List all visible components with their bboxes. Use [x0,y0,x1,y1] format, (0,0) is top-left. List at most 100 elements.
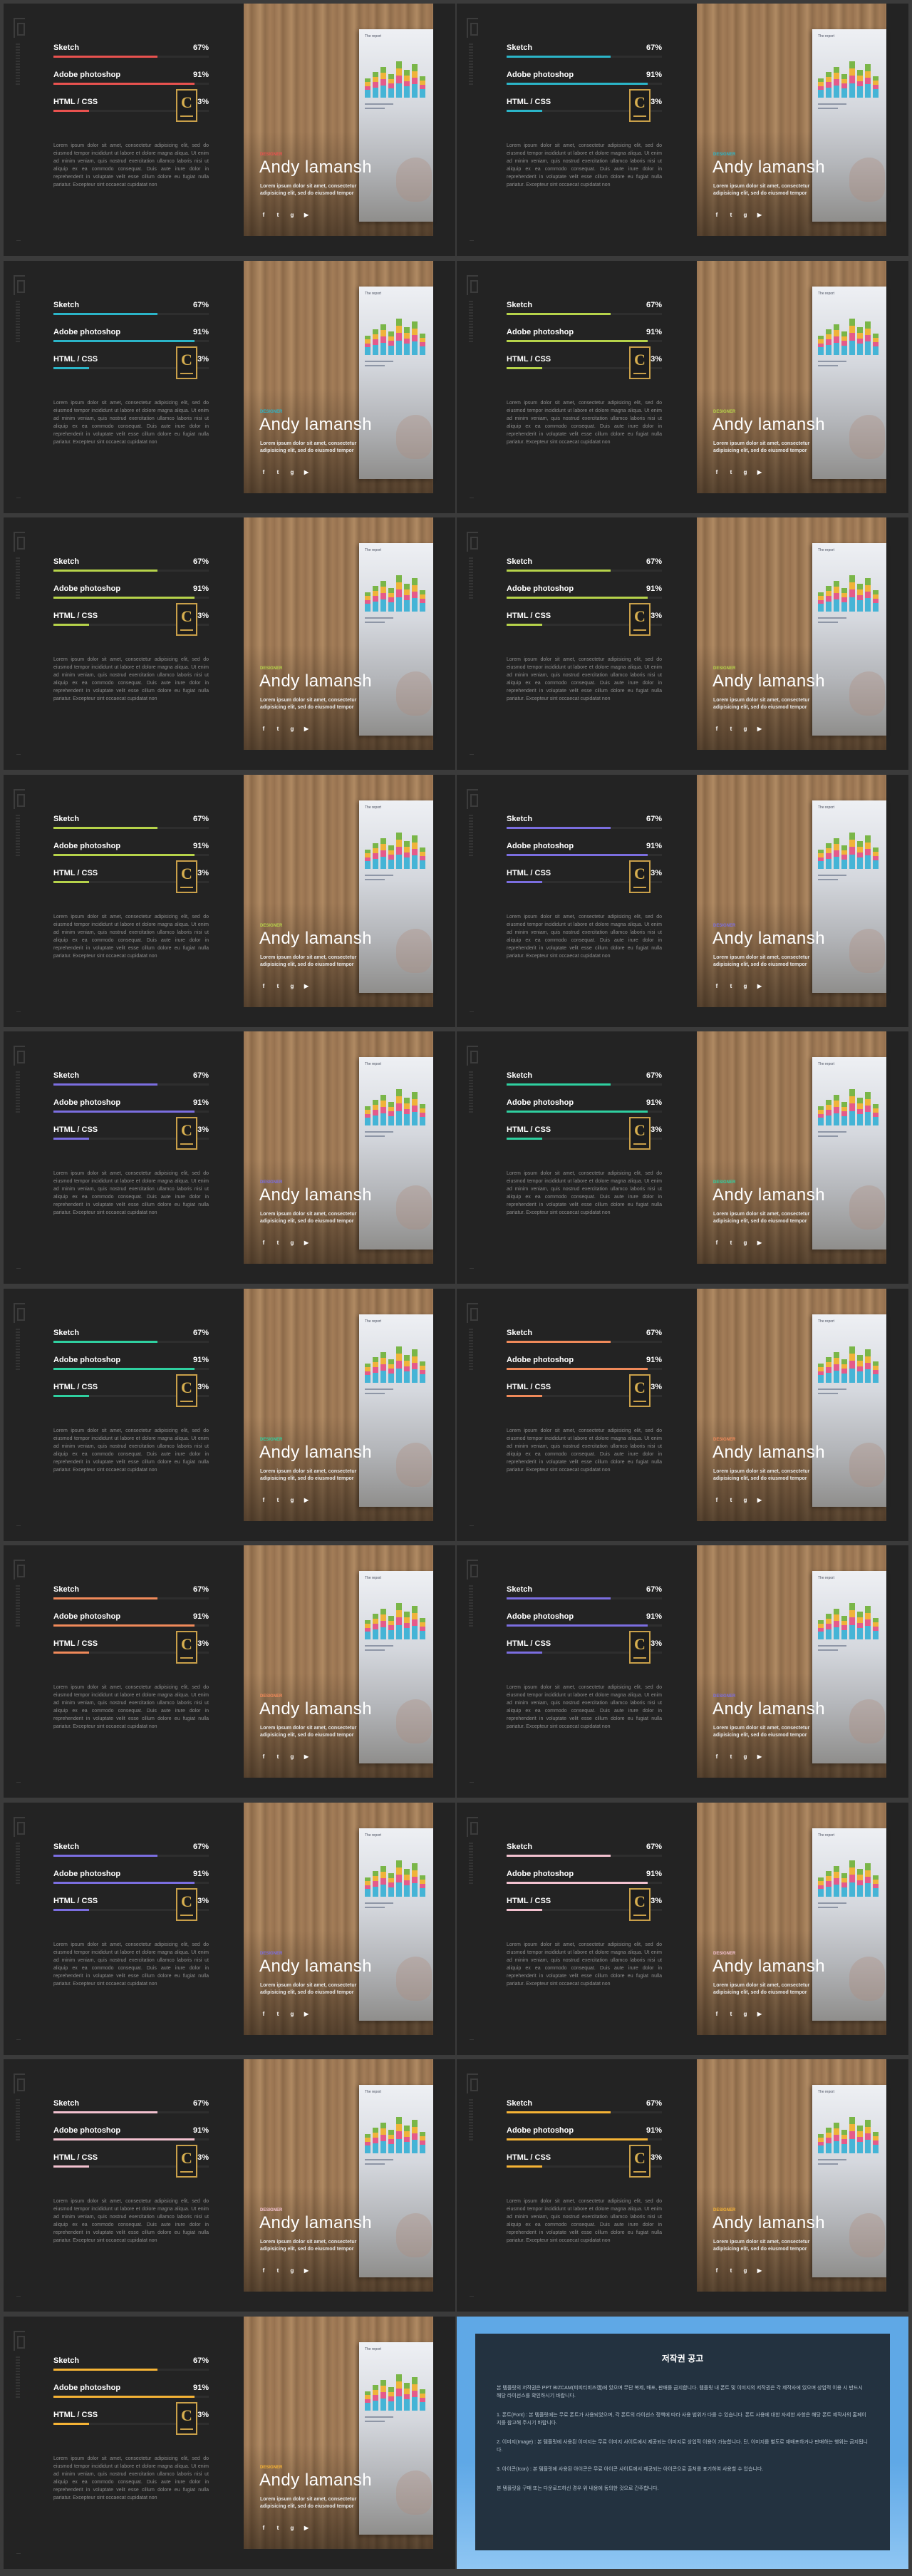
youtube-icon[interactable]: ▶ [303,1240,310,1247]
twitter-icon[interactable]: t [727,983,735,990]
slide-thumbnail[interactable]: Sketch 67% Adobe photoshop 91% HTML / CS… [457,2059,908,2312]
youtube-icon[interactable]: ▶ [756,983,763,990]
facebook-icon[interactable]: f [713,1753,720,1761]
youtube-icon[interactable]: ▶ [756,1240,763,1247]
google-plus-icon[interactable]: g [742,469,749,476]
paper-title: The report [365,1833,382,1838]
youtube-icon[interactable]: ▶ [756,212,763,219]
facebook-icon[interactable]: f [260,2011,267,2018]
twitter-icon[interactable]: t [727,2011,735,2018]
social-links: f t g ▶ [260,1493,317,1505]
google-plus-icon[interactable]: g [742,1240,749,1247]
twitter-icon[interactable]: t [274,1753,281,1761]
slide-thumbnail[interactable]: Sketch 67% Adobe photoshop 91% HTML / CS… [457,261,908,513]
google-plus-icon[interactable]: g [742,726,749,733]
youtube-icon[interactable]: ▶ [303,1497,310,1504]
google-plus-icon[interactable]: g [289,983,296,990]
google-plus-icon[interactable]: g [289,212,296,219]
youtube-icon[interactable]: ▶ [303,469,310,476]
youtube-icon[interactable]: ▶ [303,726,310,733]
facebook-icon[interactable]: f [713,726,720,733]
slide-thumbnail[interactable]: Sketch 67% Adobe photoshop 91% HTML / CS… [457,517,908,770]
google-plus-icon[interactable]: g [742,983,749,990]
paper-chart-bar [412,2140,418,2153]
youtube-icon[interactable]: ▶ [756,726,763,733]
twitter-icon[interactable]: t [274,2525,281,2532]
slide-thumbnail[interactable]: Sketch 67% Adobe photoshop 91% HTML / CS… [4,1031,455,1284]
facebook-icon[interactable]: f [713,1240,720,1247]
slide-thumbnail[interactable]: Sketch 67% Adobe photoshop 91% HTML / CS… [4,775,455,1027]
google-plus-icon[interactable]: g [289,2011,296,2018]
slide-thumbnail[interactable]: Sketch 67% Adobe photoshop 91% HTML / CS… [4,4,455,256]
youtube-icon[interactable]: ▶ [756,1753,763,1761]
copyright-notice-slide[interactable]: 저작권 공고 본 템플릿의 저작권은 PPT BIZCAM(피피티비즈캠)에 있… [457,2317,908,2569]
twitter-icon[interactable]: t [727,1240,735,1247]
facebook-icon[interactable]: f [260,983,267,990]
slide-thumbnail[interactable]: Sketch 67% Adobe photoshop 91% HTML / CS… [4,2059,455,2312]
twitter-icon[interactable]: t [274,469,281,476]
facebook-icon[interactable]: f [260,2525,267,2532]
slide-thumbnail[interactable]: Sketch 67% Adobe photoshop 91% HTML / CS… [4,1803,455,2055]
twitter-icon[interactable]: t [727,1497,735,1504]
facebook-icon[interactable]: f [260,2267,267,2274]
facebook-icon[interactable]: f [260,1497,267,1504]
google-plus-icon[interactable]: g [289,726,296,733]
slide-thumbnail[interactable]: Sketch 67% Adobe photoshop 91% HTML / CS… [457,1545,908,1798]
slide-thumbnail[interactable]: Sketch 67% Adobe photoshop 91% HTML / CS… [4,517,455,770]
google-plus-icon[interactable]: g [742,1497,749,1504]
twitter-icon[interactable]: t [727,726,735,733]
google-plus-icon[interactable]: g [742,2267,749,2274]
google-plus-icon[interactable]: g [289,1497,296,1504]
twitter-icon[interactable]: t [727,2267,735,2274]
paper-chart-bar [412,855,418,869]
google-plus-icon[interactable]: g [289,2525,296,2532]
twitter-icon[interactable]: t [727,1753,735,1761]
facebook-icon[interactable]: f [260,212,267,219]
facebook-icon[interactable]: f [713,469,720,476]
slide-thumbnail[interactable]: Sketch 67% Adobe photoshop 91% HTML / CS… [4,1545,455,1798]
youtube-icon[interactable]: ▶ [756,2267,763,2274]
google-plus-icon[interactable]: g [289,469,296,476]
facebook-icon[interactable]: f [260,1753,267,1761]
slide-thumbnail[interactable]: Sketch 67% Adobe photoshop 91% HTML / CS… [4,1289,455,1541]
facebook-icon[interactable]: f [713,212,720,219]
google-plus-icon[interactable]: g [289,2267,296,2274]
slide-thumbnail[interactable]: Sketch 67% Adobe photoshop 91% HTML / CS… [4,261,455,513]
twitter-icon[interactable]: t [274,726,281,733]
youtube-icon[interactable]: ▶ [756,1497,763,1504]
google-plus-icon[interactable]: g [742,212,749,219]
twitter-icon[interactable]: t [274,212,281,219]
twitter-icon[interactable]: t [274,2267,281,2274]
youtube-icon[interactable]: ▶ [303,212,310,219]
youtube-icon[interactable]: ▶ [303,2525,310,2532]
google-plus-icon[interactable]: g [289,1753,296,1761]
facebook-icon[interactable]: f [260,726,267,733]
youtube-icon[interactable]: ▶ [303,983,310,990]
facebook-icon[interactable]: f [713,2267,720,2274]
twitter-icon[interactable]: t [274,1497,281,1504]
slide-thumbnail[interactable]: Sketch 67% Adobe photoshop 91% HTML / CS… [457,1289,908,1541]
youtube-icon[interactable]: ▶ [303,1753,310,1761]
youtube-icon[interactable]: ▶ [756,469,763,476]
twitter-icon[interactable]: t [727,469,735,476]
facebook-icon[interactable]: f [713,1497,720,1504]
slide-thumbnail[interactable]: Sketch 67% Adobe photoshop 91% HTML / CS… [457,1803,908,2055]
youtube-icon[interactable]: ▶ [303,2011,310,2018]
slide-thumbnail[interactable]: Sketch 67% Adobe photoshop 91% HTML / CS… [457,775,908,1027]
twitter-icon[interactable]: t [274,1240,281,1247]
youtube-icon[interactable]: ▶ [303,2267,310,2274]
slide-thumbnail[interactable]: Sketch 67% Adobe photoshop 91% HTML / CS… [4,2317,455,2569]
slide-thumbnail[interactable]: Sketch 67% Adobe photoshop 91% HTML / CS… [457,4,908,256]
youtube-icon[interactable]: ▶ [756,2011,763,2018]
google-plus-icon[interactable]: g [742,1753,749,1761]
twitter-icon[interactable]: t [274,2011,281,2018]
facebook-icon[interactable]: f [260,469,267,476]
facebook-icon[interactable]: f [713,2011,720,2018]
facebook-icon[interactable]: f [713,983,720,990]
twitter-icon[interactable]: t [727,212,735,219]
google-plus-icon[interactable]: g [289,1240,296,1247]
slide-thumbnail[interactable]: Sketch 67% Adobe photoshop 91% HTML / CS… [457,1031,908,1284]
twitter-icon[interactable]: t [274,983,281,990]
facebook-icon[interactable]: f [260,1240,267,1247]
google-plus-icon[interactable]: g [742,2011,749,2018]
